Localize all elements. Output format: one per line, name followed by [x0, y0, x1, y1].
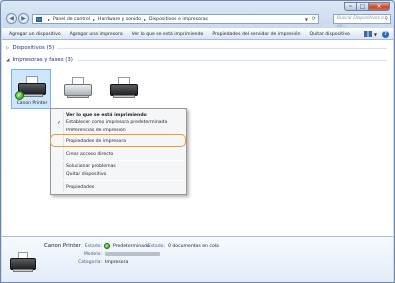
back-button[interactable]: ◀: [6, 13, 17, 24]
queue-status-value: 0 documentos en cola: [168, 244, 219, 249]
group-devices[interactable]: ▷ Dispositivos (5): [6, 45, 54, 51]
minimize-button[interactable]: –: [344, 2, 357, 11]
details-pane: Canon Printer Estado: ✓ Predeterminado E…: [2, 236, 393, 282]
queue-status-label: Estado:: [147, 244, 165, 249]
default-check-icon: ✓: [104, 243, 110, 249]
printer-fax[interactable]: [58, 71, 98, 111]
menu-create-shortcut[interactable]: Crear acceso directo: [66, 152, 113, 157]
menu-see-printing[interactable]: Ver lo que se está imprimiendo: [66, 113, 147, 118]
collapse-arrow-icon: ◢: [6, 58, 10, 63]
forward-button[interactable]: ▶: [18, 13, 29, 24]
breadcrumb-control-panel[interactable]: Panel de control: [53, 17, 90, 22]
menu-properties[interactable]: Propiedades: [66, 185, 94, 190]
expand-arrow-icon: ▷: [6, 46, 10, 51]
menu-remove-device[interactable]: Quitar dispositivo: [66, 172, 106, 177]
chevron-down-icon[interactable]: ▼: [305, 15, 308, 23]
breadcrumb-devices-printers[interactable]: Dispositivos e impresoras: [149, 17, 208, 22]
maximize-button[interactable]: □: [357, 2, 369, 11]
menu-troubleshoot[interactable]: Solucionar problemas: [66, 164, 116, 169]
add-device-button[interactable]: Agregar un dispositivo: [9, 32, 61, 37]
chevron-down-icon[interactable]: ▼: [374, 32, 377, 37]
chevron-right-icon: ▸: [48, 16, 51, 22]
control-panel-icon: [36, 16, 42, 22]
default-check-icon: ✓: [15, 91, 24, 100]
category-value: Impresora: [105, 260, 129, 265]
address-row: ◀ ▶ ▸ Panel de control ▸ Hardware y soni…: [5, 13, 391, 29]
print-server-properties-button[interactable]: Propiedades del servidor de impresión: [212, 32, 300, 37]
breadcrumb-hardware-sound[interactable]: Hardware y sonido: [98, 17, 141, 22]
address-bar[interactable]: ▸ Panel de control ▸ Hardware y sonido ▸…: [32, 14, 319, 24]
command-bar: Agregar un dispositivo Agregar una impre…: [2, 28, 393, 40]
add-printer-button[interactable]: Agregar una impresora: [70, 32, 123, 37]
refresh-icon[interactable]: ⟳: [312, 15, 316, 23]
menu-set-default[interactable]: Establecer como impresora predeterminada: [66, 120, 167, 125]
context-menu: Ver lo que se está imprimiendo ✓ Estable…: [50, 108, 187, 195]
menu-separator: [63, 180, 184, 181]
group-printers[interactable]: ◢ Impresoras y faxes (3): [6, 57, 73, 63]
printer-icon: [10, 251, 36, 275]
device-label: Canon Printer: [16, 101, 48, 106]
chevron-right-icon: ▸: [143, 16, 146, 22]
category-label: Categoría:: [78, 260, 102, 265]
check-icon: ✓: [57, 120, 62, 126]
menu-separator: [63, 160, 184, 161]
remove-device-button[interactable]: Quitar dispositivo: [310, 32, 350, 37]
search-input[interactable]: Buscar Dispositivos e im... ⚲: [333, 14, 391, 29]
printer-icon: [109, 77, 139, 99]
printer-xps[interactable]: [104, 71, 144, 111]
group-divider: [57, 48, 387, 49]
status-label: Estado:: [84, 244, 102, 249]
help-icon[interactable]: ?: [381, 30, 389, 38]
search-icon[interactable]: ⚲: [384, 15, 388, 23]
model-value-redacted: [105, 252, 160, 256]
toolbar-right: ▼ ?: [359, 30, 395, 38]
see-printing-button[interactable]: Ver lo que se está imprimiendo: [132, 32, 204, 37]
group-divider: [77, 60, 387, 61]
caption-buttons: – □ ✕: [344, 2, 390, 11]
menu-print-preferences[interactable]: Preferencias de impresión: [66, 128, 126, 132]
menu-separator: [63, 148, 184, 149]
chevron-right-icon: ▸: [93, 16, 96, 22]
fax-icon: [63, 77, 93, 99]
model-label: Modelo:: [83, 252, 102, 257]
explorer-window: – □ ✕ ◀ ▶ ▸ Panel de control ▸ Hardware …: [0, 0, 395, 283]
printer-canon[interactable]: ✓ Canon Printer: [11, 69, 51, 109]
close-button[interactable]: ✕: [369, 2, 390, 11]
highlight-ring: [50, 134, 186, 147]
views-icon[interactable]: [363, 31, 372, 37]
